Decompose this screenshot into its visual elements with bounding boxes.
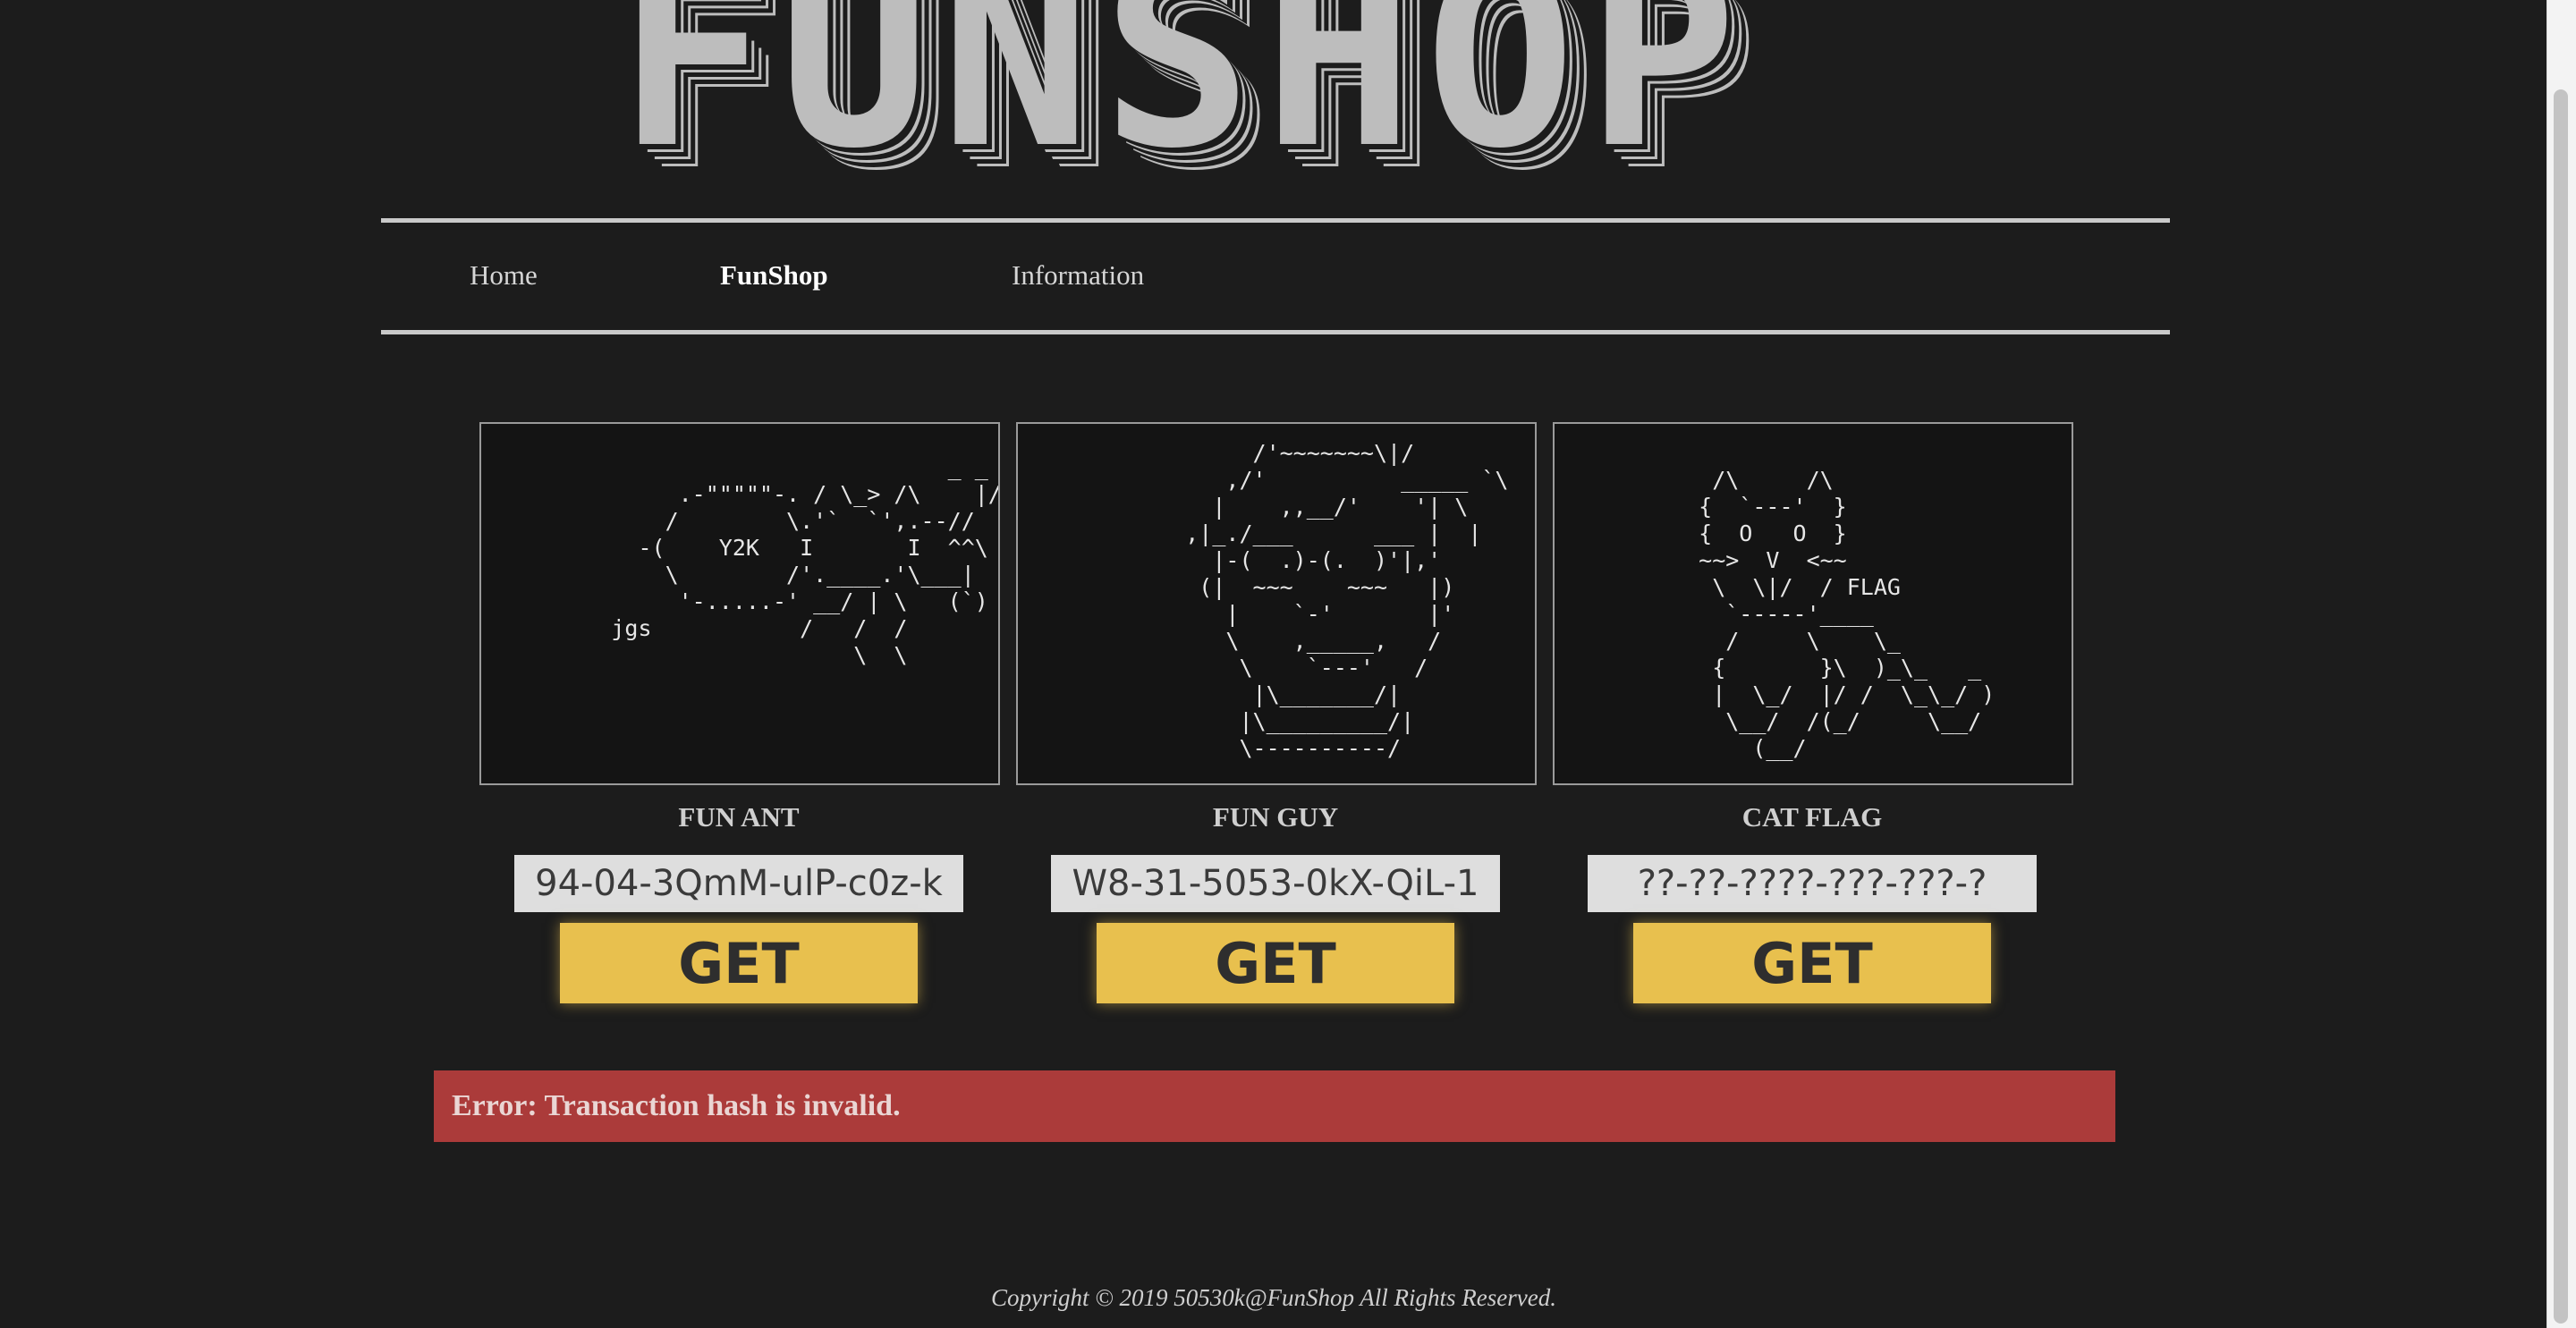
get-button-fun-ant[interactable]: GET: [560, 923, 918, 1003]
footer-copyright: Copyright © 2019 50530k@FunShop All Righ…: [990, 1284, 1557, 1311]
product-card-cat-flag: /\ /\ { `---' } { O O } ~~> V <~~ \ \|/ …: [1553, 422, 2073, 1003]
site-logo: FUNSHOP: [617, 0, 1749, 170]
get-button-fun-guy[interactable]: GET: [1097, 923, 1454, 1003]
nav-information-link[interactable]: Information: [1012, 259, 1144, 292]
nav-funshop-link[interactable]: FunShop: [720, 259, 828, 292]
get-button-cat-flag[interactable]: GET: [1633, 923, 1991, 1003]
product-title-cat-flag: CAT FLAG: [1741, 801, 1883, 833]
hash-input-fun-ant[interactable]: [514, 855, 963, 912]
vertical-scrollbar[interactable]: [2546, 0, 2576, 1328]
product-image-cat-flag: /\ /\ { `---' } { O O } ~~> V <~~ \ \|/ …: [1553, 422, 2073, 785]
product-title-fun-guy: FUN GUY: [1212, 801, 1339, 833]
product-card-fun-guy: /'~~~~~~~\|/ ,/' _____ `\ | ,,__/' '| \ …: [1016, 422, 1537, 1003]
ascii-art-cat: /\ /\ { `---' } { O O } ~~> V <~~ \ \|/ …: [1699, 467, 1996, 761]
product-title-fun-ant: FUN ANT: [678, 801, 800, 833]
product-image-fun-guy: /'~~~~~~~\|/ ,/' _____ `\ | ,,__/' '| \ …: [1016, 422, 1537, 785]
hash-input-fun-guy[interactable]: [1051, 855, 1500, 912]
nav-home-link[interactable]: Home: [470, 259, 538, 292]
page: FUNSHOP Home FunShop Information _ _ \ \…: [0, 0, 2547, 1328]
product-card-fun-ant: _ _ \ \ .-"""""-. / \_> /\ |/ / \.'` `',…: [479, 422, 1000, 1003]
main-nav: Home FunShop Information: [381, 218, 2170, 334]
error-banner: Error: Transaction hash is invalid.: [434, 1070, 2115, 1142]
ascii-art-ant: _ _ \ \ .-"""""-. / \_> /\ |/ / \.'` `',…: [611, 454, 1000, 668]
scrollbar-thumb[interactable]: [2554, 89, 2568, 1324]
hash-input-cat-flag[interactable]: [1588, 855, 2037, 912]
logo-banner: FUNSHOP: [617, 0, 1923, 170]
product-image-fun-ant: _ _ \ \ .-"""""-. / \_> /\ |/ / \.'` `',…: [479, 422, 1000, 785]
ascii-art-guy: /'~~~~~~~\|/ ,/' _____ `\ | ,,__/' '| \ …: [1185, 440, 1509, 761]
